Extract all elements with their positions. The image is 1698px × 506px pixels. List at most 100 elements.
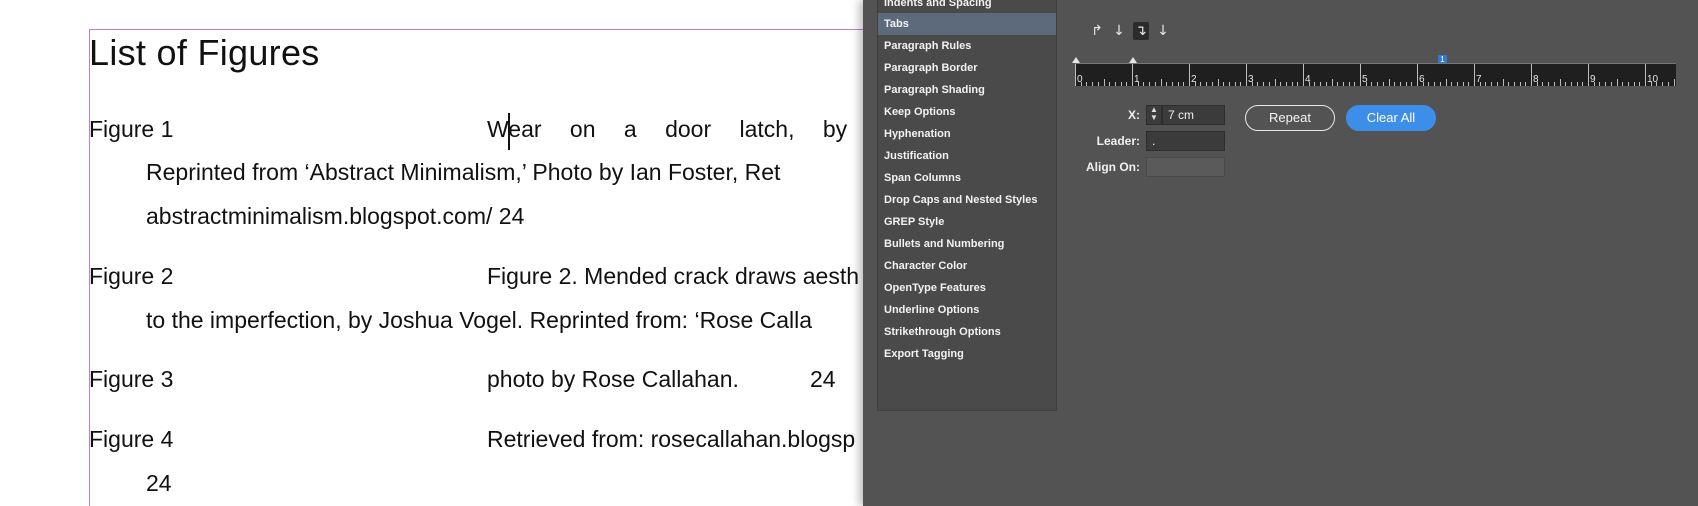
- ruler-tick: [1274, 79, 1276, 86]
- ruler-tick: [1223, 82, 1225, 86]
- align-to-decimal-tab-icon[interactable]: ↓: [1155, 22, 1171, 40]
- ruler-tick: [1513, 82, 1515, 86]
- figure-caption-line[interactable]: Figure 2. Mended crack draws aesth: [487, 263, 859, 290]
- ruler-tick: [1456, 82, 1458, 86]
- ruler-tick: [1439, 82, 1441, 86]
- figure-caption-line[interactable]: to the imperfection, by Joshua Vogel. Re…: [146, 307, 812, 334]
- ruler-tick: [1240, 82, 1242, 86]
- leader-field[interactable]: .: [1146, 131, 1225, 151]
- ruler-tick: [1417, 64, 1418, 86]
- figure-caption-line[interactable]: Reprinted from ‘Abstract Minimalism,’ Ph…: [146, 159, 780, 186]
- ruler-tick: [1365, 82, 1367, 86]
- ruler-tick: [1177, 82, 1179, 86]
- align-on-label: Align On:: [1086, 160, 1140, 174]
- ruler-tick: [1531, 64, 1532, 86]
- x-stepper-arrows-icon[interactable]: ▲ ▼: [1146, 105, 1162, 125]
- ruler-tick: [1143, 82, 1145, 86]
- ruler-tick: [1616, 79, 1618, 86]
- x-label: X:: [1128, 108, 1140, 122]
- ruler-bar[interactable]: 0 1 2 3 4 5 6 7 8 9 10: [1075, 63, 1676, 86]
- repeat-button[interactable]: Repeat: [1245, 105, 1335, 131]
- category-paragraph-rules[interactable]: Paragraph Rules: [878, 35, 1056, 57]
- ruler-tick: [1109, 82, 1111, 86]
- ruler-tick: [1639, 82, 1641, 86]
- document-page[interactable]: List of Figures Figure 1 Wear on a door …: [0, 0, 863, 506]
- ruler-tick: [1576, 82, 1578, 86]
- ruler-tick: [1468, 82, 1470, 86]
- figure-caption-line[interactable]: Wear on a door latch, by: [487, 116, 847, 143]
- category-drop-caps-and-nested-styles[interactable]: Drop Caps and Nested Styles: [878, 189, 1056, 211]
- ruler-tick: [1246, 64, 1247, 86]
- ruler-tick: [1337, 82, 1339, 86]
- figure-label[interactable]: Figure 3: [89, 366, 173, 393]
- ruler-tick: [1428, 82, 1430, 86]
- category-opentype-features[interactable]: OpenType Features: [878, 277, 1056, 299]
- category-indents-and-spacing[interactable]: Indents and Spacing: [878, 0, 1056, 14]
- category-list: Indents and Spacing Tabs Paragraph Rules…: [877, 0, 1057, 411]
- ruler-tick: [1656, 82, 1658, 86]
- figure-caption-line[interactable]: Retrieved from: rosecallahan.blogsp: [487, 426, 855, 453]
- ruler-tick: [1405, 82, 1407, 86]
- ruler-tick: [1114, 82, 1116, 86]
- category-character-color[interactable]: Character Color: [878, 255, 1056, 277]
- ruler-tick: [1570, 82, 1572, 86]
- ruler-tick: [1160, 79, 1162, 86]
- ruler-tick: [1183, 82, 1185, 86]
- ruler-tick: [1092, 82, 1094, 86]
- ruler-tick: [1154, 82, 1156, 86]
- category-underline-options[interactable]: Underline Options: [878, 299, 1056, 321]
- leader-label: Leader:: [1096, 134, 1140, 148]
- margin-guide-top: [89, 29, 863, 30]
- left-justified-tab-icon[interactable]: ↱: [1089, 22, 1105, 40]
- ruler-tick: [1377, 82, 1379, 86]
- ruler-tick: [1251, 82, 1253, 86]
- ruler-tick: [1508, 82, 1510, 86]
- category-tabs[interactable]: Tabs: [878, 13, 1056, 35]
- ruler-tick: [1479, 82, 1481, 86]
- ruler-tick: [1360, 64, 1361, 86]
- ruler-tick: [1525, 82, 1527, 86]
- figure-caption-line[interactable]: abstractminimalism.blogspot.com/ 24: [146, 203, 524, 230]
- ruler-tick: [1075, 64, 1076, 86]
- page-title[interactable]: List of Figures: [89, 32, 320, 74]
- ruler-tick: [1399, 82, 1401, 86]
- ruler-tick: [1354, 82, 1356, 86]
- center-justified-tab-icon[interactable]: ↓: [1111, 22, 1127, 40]
- ruler-tick: [1257, 82, 1259, 86]
- ruler-tick: [1228, 82, 1230, 86]
- page-number[interactable]: 24: [146, 470, 172, 497]
- category-bullets-and-numbering[interactable]: Bullets and Numbering: [878, 233, 1056, 255]
- ruler-tick: [1189, 64, 1190, 86]
- category-keep-options[interactable]: Keep Options: [878, 101, 1056, 123]
- x-position-field[interactable]: 7 cm: [1162, 105, 1225, 125]
- category-grep-style[interactable]: GREP Style: [878, 211, 1056, 233]
- right-justified-tab-icon[interactable]: ↴: [1133, 22, 1149, 40]
- ruler-tick: [1434, 82, 1436, 86]
- align-on-field[interactable]: [1146, 157, 1225, 177]
- ruler-tick: [1263, 82, 1265, 86]
- category-paragraph-border[interactable]: Paragraph Border: [878, 57, 1056, 79]
- ruler-tick: [1411, 82, 1413, 86]
- ruler-tick: [1519, 82, 1521, 86]
- category-hyphenation[interactable]: Hyphenation: [878, 123, 1056, 145]
- ruler-tick: [1451, 82, 1453, 86]
- figure-label[interactable]: Figure 2: [89, 263, 173, 290]
- ruler-tick: [1097, 82, 1099, 86]
- figure-label[interactable]: Figure 4: [89, 426, 173, 453]
- ruler-tick: [1502, 79, 1504, 86]
- category-span-columns[interactable]: Span Columns: [878, 167, 1056, 189]
- tab-ruler[interactable]: 1 0 1 2 3 4 5 6 7 8 9 10: [1072, 55, 1676, 86]
- ruler-tick: [1496, 82, 1498, 86]
- text-cursor: [508, 113, 510, 150]
- figure-label[interactable]: Figure 1: [89, 116, 173, 143]
- ruler-tick: [1588, 64, 1589, 86]
- ruler-tick: [1348, 82, 1350, 86]
- category-paragraph-shading[interactable]: Paragraph Shading: [878, 79, 1056, 101]
- category-justification[interactable]: Justification: [878, 145, 1056, 167]
- page-number[interactable]: 24: [810, 366, 836, 393]
- category-strikethrough-options[interactable]: Strikethrough Options: [878, 321, 1056, 343]
- category-export-tagging[interactable]: Export Tagging: [878, 343, 1056, 365]
- ruler-tick: [1291, 82, 1293, 86]
- clear-all-button[interactable]: Clear All: [1346, 105, 1436, 131]
- figure-caption-line[interactable]: photo by Rose Callahan.: [487, 366, 739, 393]
